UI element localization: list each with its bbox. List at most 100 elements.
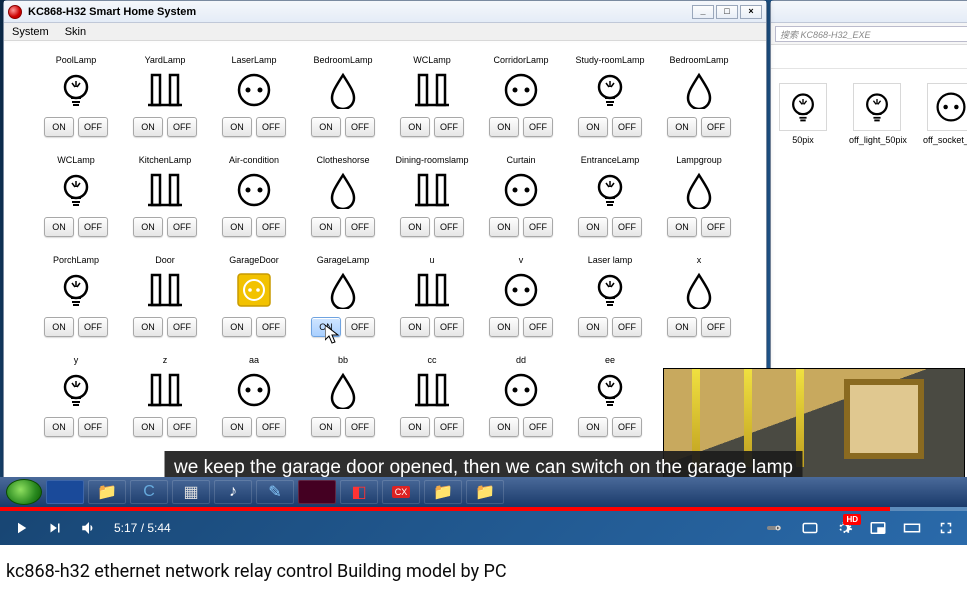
on-button[interactable]: ON <box>489 317 519 337</box>
taskbar-item[interactable]: 📁 <box>466 480 504 504</box>
taskbar-item[interactable]: ◧ <box>340 480 378 504</box>
device-cell: yONOFF <box>32 353 120 453</box>
off-button[interactable]: OFF <box>523 417 553 437</box>
on-button[interactable]: ON <box>667 317 697 337</box>
on-button[interactable]: ON <box>44 417 74 437</box>
file-item[interactable]: 50pix <box>775 83 831 145</box>
on-button[interactable]: ON <box>222 117 252 137</box>
on-button[interactable]: ON <box>311 317 341 337</box>
off-button[interactable]: OFF <box>434 217 464 237</box>
off-button[interactable]: OFF <box>523 317 553 337</box>
file-item[interactable]: off_socket_50pix <box>923 83 967 145</box>
menu-system[interactable]: System <box>4 24 57 40</box>
off-button[interactable]: OFF <box>78 117 108 137</box>
start-button[interactable] <box>6 479 42 505</box>
off-button[interactable]: OFF <box>78 217 108 237</box>
on-button[interactable]: ON <box>222 217 252 237</box>
on-button[interactable]: ON <box>400 117 430 137</box>
off-button[interactable]: OFF <box>345 417 375 437</box>
on-button[interactable]: ON <box>578 117 608 137</box>
off-button[interactable]: OFF <box>612 417 642 437</box>
on-button[interactable]: ON <box>222 317 252 337</box>
off-button[interactable]: OFF <box>701 117 731 137</box>
fullscreen-button[interactable] <box>937 519 955 537</box>
on-button[interactable]: ON <box>44 117 74 137</box>
off-button[interactable]: OFF <box>345 117 375 137</box>
on-button[interactable]: ON <box>578 317 608 337</box>
on-button[interactable]: ON <box>133 217 163 237</box>
on-button[interactable]: ON <box>489 117 519 137</box>
next-button[interactable] <box>46 519 64 537</box>
off-button[interactable]: OFF <box>167 417 197 437</box>
off-button[interactable]: OFF <box>434 117 464 137</box>
off-button[interactable]: OFF <box>345 317 375 337</box>
off-button[interactable]: OFF <box>167 217 197 237</box>
on-button[interactable]: ON <box>311 117 341 137</box>
on-button[interactable]: ON <box>133 117 163 137</box>
off-button[interactable]: OFF <box>167 317 197 337</box>
video-time: 5:17 / 5:44 <box>114 521 171 535</box>
on-button[interactable]: ON <box>578 417 608 437</box>
taskbar-item[interactable]: 📁 <box>88 480 126 504</box>
taskbar-item[interactable]: C <box>130 480 168 504</box>
taskbar-item[interactable]: 📁 <box>424 480 462 504</box>
off-button[interactable]: OFF <box>612 317 642 337</box>
miniplayer-button[interactable] <box>869 519 887 537</box>
socket-icon <box>502 71 540 109</box>
off-button[interactable]: OFF <box>78 417 108 437</box>
on-button[interactable]: ON <box>133 317 163 337</box>
off-button[interactable]: OFF <box>523 117 553 137</box>
device-cell: bbONOFF <box>299 353 387 453</box>
off-button[interactable]: OFF <box>78 317 108 337</box>
off-button[interactable]: OFF <box>434 317 464 337</box>
on-button[interactable]: ON <box>311 417 341 437</box>
play-button[interactable] <box>12 519 30 537</box>
on-button[interactable]: ON <box>400 317 430 337</box>
close-button[interactable]: × <box>740 5 762 19</box>
on-button[interactable]: ON <box>667 117 697 137</box>
video-title[interactable]: kc868-h32 ethernet network relay control… <box>0 545 967 582</box>
taskbar-item[interactable]: ♪ <box>214 480 252 504</box>
file-item[interactable]: off_light_50pix <box>849 83 905 145</box>
windows-taskbar[interactable]: 📁 C ▦ ♪ ✎ ◧ CX 📁 📁 <box>0 477 967 507</box>
taskbar-item[interactable]: ▦ <box>172 480 210 504</box>
theater-button[interactable] <box>903 519 921 537</box>
on-button[interactable]: ON <box>44 217 74 237</box>
off-button[interactable]: OFF <box>256 317 286 337</box>
taskbar-item[interactable]: CX <box>382 480 420 504</box>
on-button[interactable]: ON <box>489 217 519 237</box>
off-button[interactable]: OFF <box>612 217 642 237</box>
off-button[interactable]: OFF <box>345 217 375 237</box>
app-titlebar[interactable]: KC868-H32 Smart Home System _ □ × <box>4 1 766 23</box>
off-button[interactable]: OFF <box>523 217 553 237</box>
on-button[interactable]: ON <box>133 417 163 437</box>
on-button[interactable]: ON <box>578 217 608 237</box>
maximize-button[interactable]: □ <box>716 5 738 19</box>
autoplay-toggle[interactable] <box>767 519 785 537</box>
off-button[interactable]: OFF <box>256 417 286 437</box>
off-button[interactable]: OFF <box>256 117 286 137</box>
taskbar-item[interactable] <box>298 480 336 504</box>
minimize-button[interactable]: _ <box>692 5 714 19</box>
taskbar-item[interactable] <box>46 480 84 504</box>
off-button[interactable]: OFF <box>434 417 464 437</box>
off-button[interactable]: OFF <box>701 217 731 237</box>
on-button[interactable]: ON <box>222 417 252 437</box>
file-name: 50pix <box>775 135 831 145</box>
on-button[interactable]: ON <box>311 217 341 237</box>
on-button[interactable]: ON <box>44 317 74 337</box>
settings-button[interactable]: HD <box>835 519 853 537</box>
explorer-search-input[interactable]: 搜索 KC868-H32_EXE <box>775 26 967 42</box>
off-button[interactable]: OFF <box>612 117 642 137</box>
menu-skin[interactable]: Skin <box>57 24 94 40</box>
off-button[interactable]: OFF <box>167 117 197 137</box>
on-button[interactable]: ON <box>489 417 519 437</box>
on-button[interactable]: ON <box>400 217 430 237</box>
volume-button[interactable] <box>80 519 98 537</box>
off-button[interactable]: OFF <box>701 317 731 337</box>
on-button[interactable]: ON <box>400 417 430 437</box>
on-button[interactable]: ON <box>667 217 697 237</box>
captions-button[interactable] <box>801 519 819 537</box>
off-button[interactable]: OFF <box>256 217 286 237</box>
taskbar-item[interactable]: ✎ <box>256 480 294 504</box>
